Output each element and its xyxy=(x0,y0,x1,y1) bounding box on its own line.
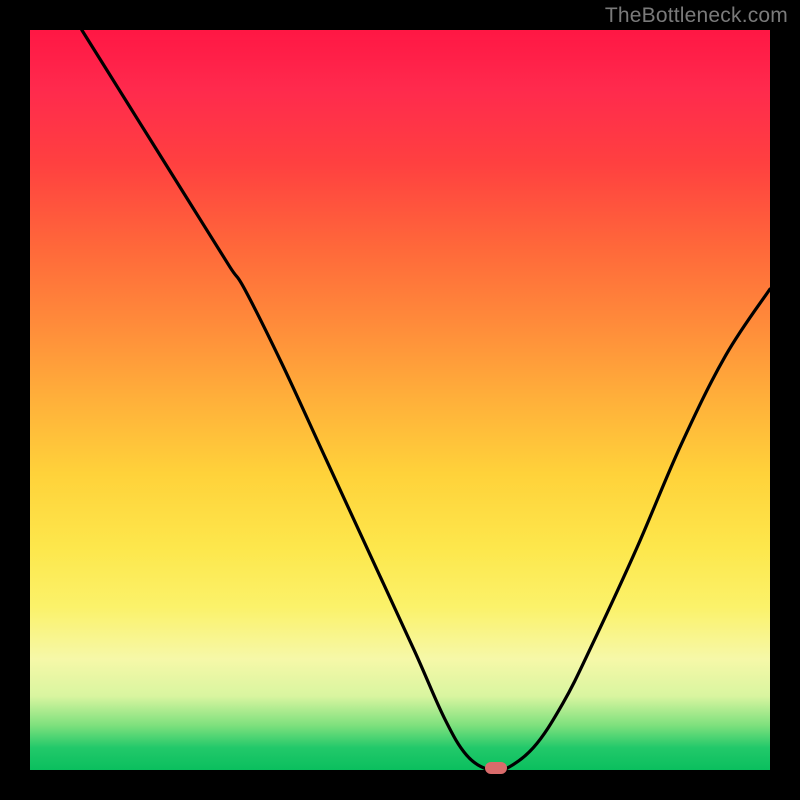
optimal-marker xyxy=(485,762,507,774)
chart-frame: TheBottleneck.com xyxy=(0,0,800,800)
plot-area xyxy=(30,30,770,770)
bottleneck-curve xyxy=(30,30,770,770)
watermark: TheBottleneck.com xyxy=(605,4,788,28)
